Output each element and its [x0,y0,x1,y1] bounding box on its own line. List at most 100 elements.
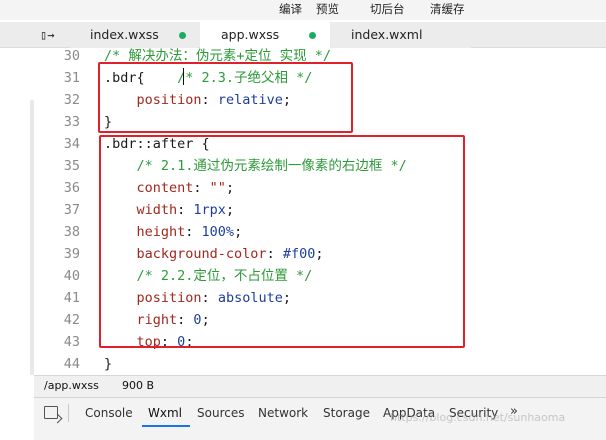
top-toolbar: 编译 预览 切后台 清缓存 [0,0,606,20]
code-token: position [104,290,202,306]
line-number: 39 [63,246,80,262]
code-line[interactable]: 35 /* 2.1.通过伪元素绘制一像素的右边框 */ [34,155,606,177]
tab-wxml[interactable]: Wxml [148,406,182,420]
code-token: /* 2.3.子绝父相 */ [144,70,313,86]
line-number: 40 [63,268,80,284]
code-text: } [104,111,112,133]
tab-label: index.wxml [351,27,423,42]
code-token: : [177,312,194,328]
code-editor[interactable]: 30 /* 解决办法：伪元素+定位 实现 */ 31 .bdr{ /* 2.3.子绝父… [34,48,606,375]
code-token: ; [201,312,210,328]
sidebar-toggle-icon[interactable]: ▯→ [40,27,60,43]
tab-index-wxml[interactable]: index.wxml [331,22,471,48]
code-token: width [104,202,178,218]
code-token: /* 2.2.定位，不占位置 */ [104,268,313,284]
code-token: : [193,180,210,196]
code-token: right [104,312,178,328]
code-token: content [104,180,194,196]
line-number: 33 [63,114,80,130]
background-button[interactable]: 切后台 [370,1,405,17]
line-number: 35 [63,158,80,174]
code-line[interactable]: 37 width: 1rpx; [34,199,606,221]
line-number: 41 [63,290,80,306]
tab-sources[interactable]: Sources [197,406,244,420]
code-line[interactable]: 39 background-color: #f00; [34,243,606,265]
code-token: : [266,246,283,262]
code-line[interactable]: 34 .bdr::after { [34,133,606,155]
code-token: : [201,290,218,306]
code-text: width: 1rpx; [104,199,235,221]
clear-cache-button[interactable]: 清缓存 [430,1,465,17]
code-token: ; [282,92,291,108]
code-token: 1rpx [193,202,226,218]
line-number: 38 [63,224,80,240]
code-token: : [160,334,178,350]
code-token: } [104,114,113,130]
code-token: } [104,356,113,372]
code-text: .bdr::after { [104,133,210,155]
modified-dot-icon [179,32,186,39]
code-text: } [104,353,112,375]
line-number: 32 [63,92,80,108]
line-number: 43 [63,334,80,350]
code-line[interactable]: 32 position: relative; [34,89,606,111]
code-text: /* 解决办法：伪元素+定位 实现 */ [104,48,331,67]
line-number: 37 [63,202,80,218]
code-token: ; [225,202,235,218]
code-token: position [104,92,202,108]
tab-app-wxss[interactable]: app.wxss [200,22,330,48]
code-token: background-color [104,246,267,262]
code-line[interactable]: 31 .bdr{ /* 2.3.子绝父相 */ [34,67,606,89]
code-token: height [104,224,186,240]
compile-button[interactable]: 编译 [279,1,302,17]
code-text: height: 100%; [104,221,243,243]
line-number: 31 [63,70,80,86]
tab-storage[interactable]: Storage [323,406,370,420]
code-token: /* 解决办法：伪元素+定位 实现 */ [104,48,332,64]
line-number: 44 [63,356,80,372]
modified-dot-icon [309,32,316,39]
code-text: content: ""; [104,177,235,199]
preview-button[interactable]: 预览 [316,1,339,17]
tab-label: app.wxss [221,27,280,42]
active-tab-indicator [142,425,190,427]
tab-index-wxss[interactable]: index.wxss [70,22,198,48]
status-file-path: /app.wxss [44,379,99,392]
code-line[interactable]: 40 /* 2.2.定位，不占位置 */ [34,265,606,287]
code-text: position: absolute; [104,287,291,309]
code-line[interactable]: 41 position: absolute; [34,287,606,309]
code-token: top [104,334,161,350]
code-line[interactable]: 38 height: 100%; [34,221,606,243]
code-line[interactable]: 36 content: ""; [34,177,606,199]
code-line[interactable]: 33} [34,111,606,133]
code-line[interactable]: 43 top: 0; [34,331,606,353]
editor-tab-bar: ▯→ index.wxss app.wxss index.wxml [0,22,606,48]
code-token: ; [282,290,291,306]
code-text: .bdr{ /* 2.3.子绝父相 */ [104,67,312,89]
divider [68,404,69,422]
line-number: 34 [63,136,80,152]
code-token: #f00 [282,246,316,262]
code-text: /* 2.1.通过伪元素绘制一像素的右边框 */ [104,155,407,177]
code-text: position: relative; [104,89,291,111]
inspect-element-icon[interactable] [44,406,58,419]
code-token: : [177,202,194,218]
code-token: .bdr{ [104,70,145,86]
code-text: /* 2.2.定位，不占位置 */ [104,265,313,287]
code-token: "" [209,180,226,196]
tab-network[interactable]: Network [258,406,308,420]
tab-console[interactable]: Console [85,406,133,420]
code-line[interactable]: 44} [34,353,606,375]
status-bar: /app.wxss 900 B [34,375,606,397]
watermark: https://blog.csdn.net/sunhaoma [390,411,566,424]
code-token: ; [185,334,194,350]
code-token: ; [225,180,235,196]
code-line[interactable]: 42 right: 0; [34,309,606,331]
code-text: right: 0; [104,309,210,331]
code-line[interactable]: 30 /* 解决办法：伪元素+定位 实现 */ [34,48,606,67]
status-file-size: 900 B [122,379,155,392]
text-cursor [183,68,184,85]
code-token: ; [234,224,243,240]
line-number: 30 [63,48,80,64]
code-token: 100% [201,224,235,240]
